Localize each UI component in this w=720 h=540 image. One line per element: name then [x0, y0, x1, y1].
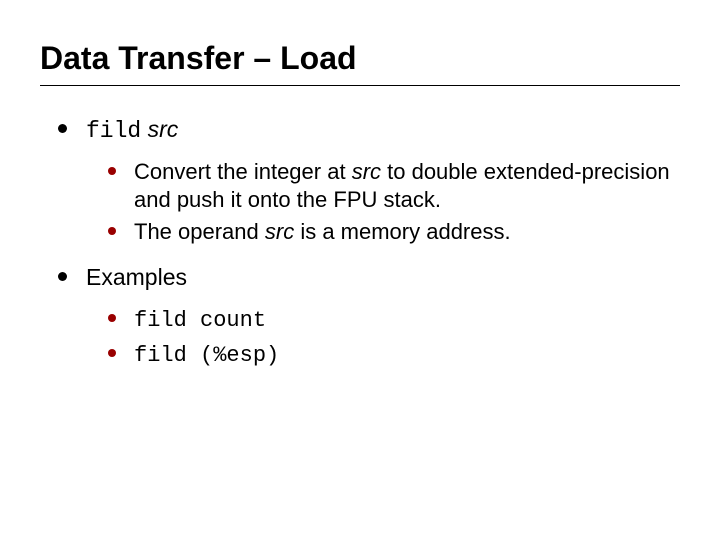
text: is a memory address.	[294, 219, 510, 244]
bullet-list-level2: fild count fild (%esp)	[86, 305, 680, 369]
bullet-list-level1: fild src Convert the integer at src to d…	[40, 116, 680, 370]
list-item: The operand src is a memory address.	[108, 218, 680, 246]
text: The operand	[134, 219, 265, 244]
list-item-label: fild src	[86, 116, 178, 142]
list-item: fild (%esp)	[108, 340, 680, 370]
title-divider	[40, 85, 680, 86]
list-item-label: Examples	[86, 264, 187, 290]
bullet-list-level2: Convert the integer at src to double ext…	[86, 158, 680, 246]
italic-text: src	[265, 219, 294, 244]
list-item: Convert the integer at src to double ext…	[108, 158, 680, 214]
list-item: Examples fild count fild (%esp)	[58, 264, 680, 369]
code-text: fild count	[134, 308, 266, 333]
list-item: fild count	[108, 305, 680, 335]
list-item: fild src Convert the integer at src to d…	[58, 116, 680, 246]
italic-text: src	[141, 116, 178, 142]
code-text: fild (%esp)	[134, 343, 279, 368]
text: Convert the integer at	[134, 159, 352, 184]
italic-text: src	[352, 159, 381, 184]
code-text: fild	[86, 118, 141, 144]
slide-title: Data Transfer – Load	[40, 40, 680, 77]
